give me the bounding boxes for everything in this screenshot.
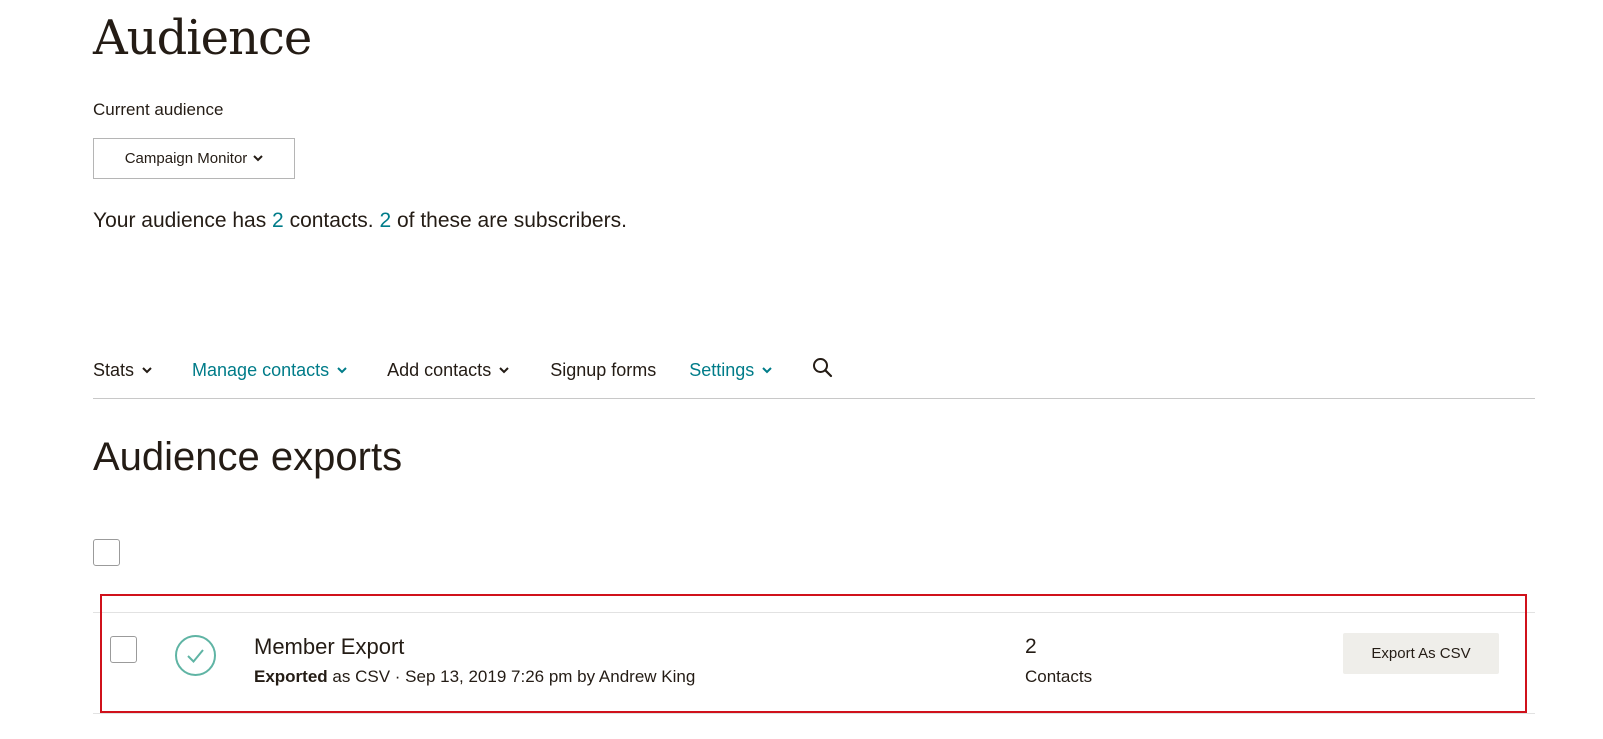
contacts-count-link[interactable]: 2	[272, 209, 284, 232]
summary-text: Your audience has	[93, 209, 273, 232]
chevron-down-icon	[499, 366, 509, 374]
row-divider	[93, 713, 1535, 714]
chevron-down-icon	[142, 366, 152, 374]
nav-manage-contacts[interactable]: Manage contacts	[192, 355, 347, 385]
exports-title: Audience exports	[93, 435, 403, 479]
highlight-box	[100, 594, 1527, 713]
chevron-down-icon	[337, 366, 347, 374]
audience-nav: Stats Manage contacts Add contacts Signu…	[93, 355, 1535, 399]
audience-summary: Your audience has 2 contacts. 2 of these…	[93, 209, 627, 233]
nav-label: Add contacts	[387, 359, 492, 380]
subscribers-count-link[interactable]: 2	[379, 209, 391, 232]
summary-text: contacts.	[283, 209, 380, 232]
nav-signup-forms[interactable]: Signup forms	[550, 355, 656, 385]
nav-stats[interactable]: Stats	[93, 355, 152, 385]
nav-label: Signup forms	[550, 359, 657, 380]
nav-label: Stats	[93, 359, 135, 380]
search-button[interactable]	[812, 355, 833, 385]
audience-select-value: Campaign Monitor	[124, 150, 248, 167]
nav-add-contacts[interactable]: Add contacts	[387, 355, 509, 385]
search-icon	[812, 357, 833, 383]
nav-settings[interactable]: Settings	[689, 355, 773, 385]
current-audience-label: Current audience	[93, 100, 224, 119]
nav-label: Manage contacts	[192, 359, 330, 380]
chevron-down-icon	[762, 366, 773, 374]
audience-select[interactable]: Campaign Monitor	[93, 138, 295, 179]
chevron-down-icon	[253, 155, 263, 162]
summary-text: of these are subscribers.	[391, 209, 627, 232]
select-all-checkbox[interactable]	[93, 539, 120, 566]
page-title: Audience	[93, 10, 312, 66]
nav-label: Settings	[689, 359, 755, 380]
page: Audience Current audience Campaign Monit…	[0, 0, 1603, 739]
